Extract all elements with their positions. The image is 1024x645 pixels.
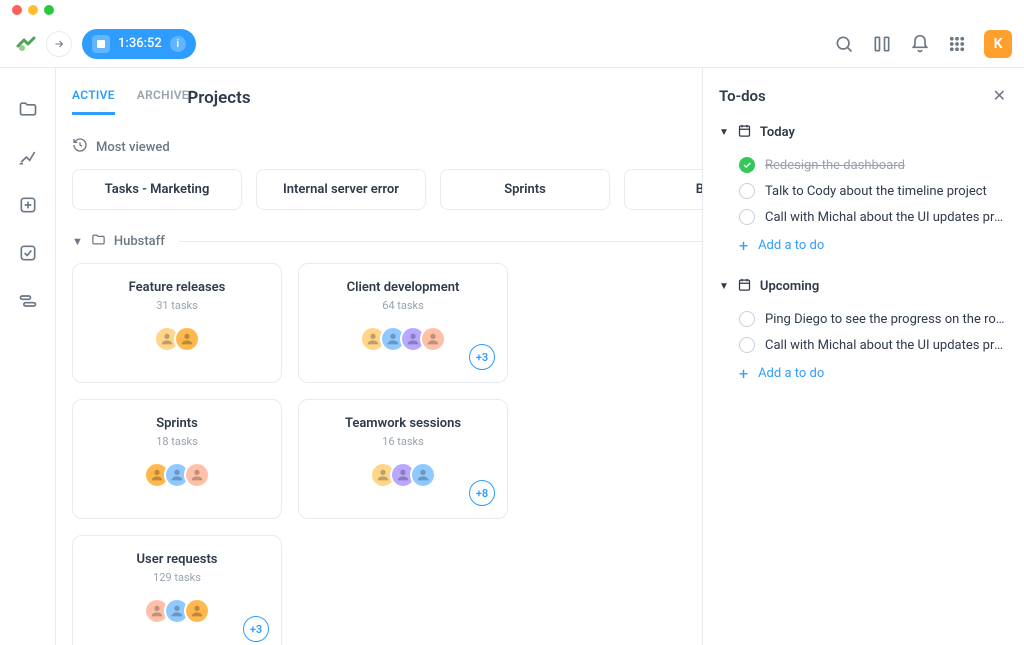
more-avatars-badge[interactable]: +3 <box>243 616 269 642</box>
todo-text: Ping Diego to see the progress on the ro… <box>765 312 1006 327</box>
more-avatars-badge[interactable]: +8 <box>469 480 495 506</box>
most-viewed-pill[interactable]: Blog <box>624 169 702 210</box>
user-avatar[interactable]: K <box>984 30 1012 58</box>
todo-text: Call with Michal about the UI updates pr… <box>765 210 1006 225</box>
view-tabs: ACTIVE ARCHIVED <box>72 68 702 115</box>
zoom-dot[interactable] <box>44 5 54 15</box>
columns-icon[interactable] <box>872 34 892 54</box>
card-title: Feature releases <box>129 280 226 295</box>
folder-icon <box>91 232 106 251</box>
avatar <box>184 462 210 488</box>
todo-item[interactable]: Talk to Cody about the timeline project <box>719 178 1006 204</box>
chevron-icon: ▼ <box>72 235 83 248</box>
checkbox-icon[interactable] <box>17 242 39 264</box>
avatar <box>420 326 446 352</box>
topbar: 1:36:52 i K <box>0 20 1024 68</box>
todos-panel: To-dos ✕ ▼ Today Redesign the dashboard Tal… <box>702 68 1024 645</box>
avatar <box>174 326 200 352</box>
avatar <box>410 462 436 488</box>
todo-item[interactable]: Redesign the dashboard <box>719 152 1006 178</box>
card-tasks-count: 31 tasks <box>156 299 198 312</box>
close-icon[interactable]: ✕ <box>993 86 1006 105</box>
plus-icon: + <box>739 236 748 255</box>
check-circle-icon[interactable] <box>739 157 755 173</box>
most-viewed-pill[interactable]: Tasks - Marketing <box>72 169 242 210</box>
todos-title: To-dos <box>719 87 766 105</box>
timer-value: 1:36:52 <box>118 36 162 51</box>
project-card[interactable]: Sprints 18 tasks <box>72 399 282 519</box>
avatar-stack <box>154 326 200 352</box>
most-viewed-label: Most viewed <box>96 140 170 155</box>
project-card[interactable]: User requests 129 tasks +3 <box>72 535 282 645</box>
avatar-stack <box>144 598 210 624</box>
avatar-stack <box>360 326 446 352</box>
info-icon[interactable]: i <box>170 36 186 52</box>
plus-icon: + <box>739 364 748 383</box>
card-title: User requests <box>136 552 217 567</box>
todo-item[interactable]: Call with Michal about the UI updates pr… <box>719 204 1006 230</box>
chevron-down-icon: ▼ <box>719 281 729 292</box>
card-tasks-count: 64 tasks <box>382 299 424 312</box>
card-title: Teamwork sessions <box>345 416 461 431</box>
calendar-icon <box>737 277 752 296</box>
most-viewed-section: Most viewed Tasks - Marketing Internal se… <box>72 137 702 210</box>
stop-icon[interactable] <box>92 35 110 53</box>
avatar <box>184 598 210 624</box>
card-tasks-count: 129 tasks <box>153 571 201 584</box>
card-tasks-count: 16 tasks <box>382 435 424 448</box>
add-todo-label: Add a to do <box>758 366 824 381</box>
roadmap-icon[interactable] <box>17 290 39 312</box>
left-nav <box>0 68 56 645</box>
card-tasks-count: 18 tasks <box>156 435 198 448</box>
bell-icon[interactable] <box>910 34 930 54</box>
todo-section-header[interactable]: ▼ Upcoming <box>719 277 1006 296</box>
unchecked-circle-icon[interactable] <box>739 311 755 327</box>
close-dot[interactable] <box>12 5 22 15</box>
avatar-stack <box>144 462 210 488</box>
unchecked-circle-icon[interactable] <box>739 209 755 225</box>
timer-pill[interactable]: 1:36:52 i <box>82 29 196 59</box>
divider <box>179 241 702 242</box>
tab-archived[interactable]: ARCHIVED <box>137 88 197 115</box>
calendar-icon <box>737 123 752 142</box>
app-logo[interactable] <box>12 30 40 58</box>
unchecked-circle-icon[interactable] <box>739 337 755 353</box>
todo-text: Call with Michal about the UI updates pr… <box>765 338 1006 353</box>
most-viewed-pill[interactable]: Internal server error <box>256 169 426 210</box>
card-title: Client development <box>347 280 460 295</box>
project-card[interactable]: Teamwork sessions 16 tasks +8 <box>298 399 508 519</box>
todo-item[interactable]: Ping Diego to see the progress on the ro… <box>719 306 1006 332</box>
group-header[interactable]: ▼ Hubstaff <box>72 232 702 251</box>
folder-icon[interactable] <box>17 98 39 120</box>
window-traffic-lights <box>0 0 1024 20</box>
add-todo-button[interactable]: + Add a to do <box>719 230 1006 261</box>
most-viewed-pill[interactable]: Sprints <box>440 169 610 210</box>
history-icon <box>72 137 88 157</box>
todo-text: Redesign the dashboard <box>765 158 905 173</box>
project-card[interactable]: Feature releases 31 tasks <box>72 263 282 383</box>
projects-panel: Projects ACTIVE ARCHIVED Most viewed Tas… <box>56 68 702 645</box>
add-todo-button[interactable]: + Add a to do <box>719 358 1006 389</box>
card-title: Sprints <box>156 416 198 431</box>
project-card[interactable]: Client development 64 tasks +3 <box>298 263 508 383</box>
chevron-down-icon: ▼ <box>719 127 729 138</box>
todo-text: Talk to Cody about the timeline project <box>765 184 987 199</box>
apps-grid-icon[interactable] <box>948 35 966 53</box>
tab-active[interactable]: ACTIVE <box>72 88 115 115</box>
add-todo-label: Add a to do <box>758 238 824 253</box>
group-name: Hubstaff <box>114 234 165 249</box>
more-avatars-badge[interactable]: +3 <box>469 344 495 370</box>
search-icon[interactable] <box>834 34 854 54</box>
todo-section-label: Upcoming <box>760 279 819 294</box>
minimize-dot[interactable] <box>28 5 38 15</box>
project-group: ▼ Hubstaff Feature releases 31 tasks Client … <box>72 232 702 645</box>
todo-section-label: Today <box>760 125 795 140</box>
nav-forward-button[interactable] <box>46 31 72 57</box>
add-box-icon[interactable] <box>17 194 39 216</box>
unchecked-circle-icon[interactable] <box>739 183 755 199</box>
sprint-icon[interactable] <box>17 146 39 168</box>
todo-item[interactable]: Call with Michal about the UI updates pr… <box>719 332 1006 358</box>
todo-section-header[interactable]: ▼ Today <box>719 123 1006 142</box>
avatar-stack <box>370 462 436 488</box>
